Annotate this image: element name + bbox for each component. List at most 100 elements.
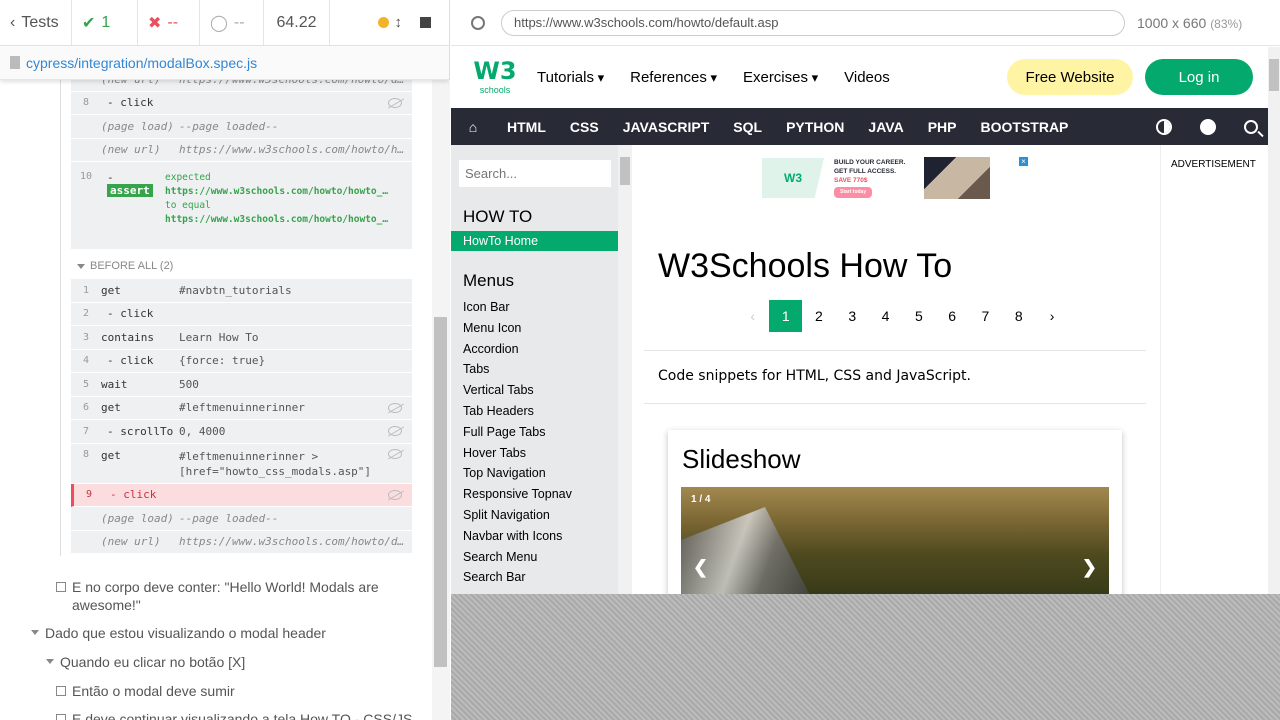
assert-message: expected https://www.w3schools.com/howto… [165,171,388,227]
selector-playground-icon[interactable] [471,15,485,30]
ad-cta[interactable]: Start today [834,187,873,198]
page-link[interactable]: 6 [935,300,968,332]
command-row[interactable]: 8 - click [71,92,412,115]
menu-item[interactable]: Menu Icon [463,318,572,339]
test-and[interactable]: E deve continuar visualizando a tela How… [56,710,412,720]
menu-scrollbar[interactable] [618,145,632,594]
menu-item[interactable]: Full Page Tabs [463,422,572,443]
menu-item[interactable]: Tab Headers [463,401,572,422]
login-button[interactable]: Log in [1145,59,1253,95]
menu-item[interactable]: Tabs [463,359,572,380]
viewport-info[interactable]: 1000 x 660 (83%) [1137,15,1242,31]
menu-item[interactable]: Icon Bar [463,297,572,318]
command-row[interactable]: (new url)https://www.w3schools.com/howto… [71,80,412,92]
suite-given[interactable]: Dado que estou visualizando o modal head… [31,624,326,642]
command-row[interactable]: 4 - click {force: true} [71,350,412,373]
command-log-scrollbar[interactable] [432,80,450,720]
command-row[interactable]: 6 get #leftmenuinnerinner [71,397,412,420]
home-icon[interactable]: ⌂ [451,119,495,135]
nav-videos[interactable]: Videos [844,69,890,86]
ad-banner[interactable]: W3 BUILD YOUR CAREER. GET FULL ACCESS. S… [762,157,1028,199]
tests-back-button[interactable]: ‹ Tests [0,0,72,46]
test-then[interactable]: Então o modal deve sumir [56,682,235,700]
aut-url: https://www.w3schools.com/howto/default.… [514,15,779,30]
command-row[interactable]: 2 - click [71,303,412,326]
left-menu: HOW TO HowTo Home Menus Icon BarMenu Ico… [451,145,632,594]
command-row[interactable]: 5 wait 500 [71,373,412,397]
assert-command[interactable]: 10 - assert expected https://www.w3schoo… [71,165,412,249]
command-number: 8 [82,97,90,109]
passed-count: ✔ 1 [72,0,138,46]
menu-search-input[interactable] [459,160,611,187]
search-icon[interactable] [1244,119,1258,134]
nav-javascript[interactable]: JAVASCRIPT [611,119,722,135]
nav-exercises[interactable]: Exercises [743,69,818,86]
globe-icon[interactable] [1200,118,1216,135]
menu-item[interactable]: Top Navigation [463,463,572,484]
dark-mode-icon[interactable] [1156,118,1172,135]
slide-next-icon[interactable]: ❯ [1082,557,1097,578]
menu-item[interactable]: Vertical Tabs [463,380,572,401]
scrollbar-thumb[interactable] [1269,59,1279,91]
page-link[interactable]: 8 [1002,300,1035,332]
advertisement-label: ADVERTISEMENT [1171,159,1256,170]
menu-item-howto-home[interactable]: HowTo Home [451,231,618,251]
menu-item[interactable]: Accordion [463,339,572,360]
menu-item[interactable]: Navbar with Icons [463,526,572,547]
nav-html[interactable]: HTML [495,119,558,135]
nav-tutorials[interactable]: Tutorials [537,69,604,86]
aut-url-bar[interactable]: https://www.w3schools.com/howto/default.… [501,9,1125,36]
nav-python[interactable]: PYTHON [774,119,856,135]
pager-prev-icon[interactable]: ‹ [736,300,769,332]
scrollbar-thumb[interactable] [620,157,630,185]
page-title: W3Schools How To [658,247,953,285]
menu-item[interactable]: Search Menu [463,547,572,568]
free-website-button[interactable]: Free Website [1007,59,1133,95]
menu-item[interactable]: Responsive Topnav [463,484,572,505]
auto-scroll-indicator-icon[interactable] [377,17,389,28]
command-row[interactable]: 7 - scrollTo 0, 4000 [71,420,412,444]
nav-css[interactable]: CSS [558,119,611,135]
command-row[interactable]: 9 - click [71,483,412,507]
card-title: Slideshow [682,444,801,474]
page-link[interactable]: 2 [802,300,835,332]
hidden-eye-icon [388,402,402,413]
slide-prev-icon[interactable]: ❮ [693,557,708,578]
page-link[interactable]: 7 [969,300,1002,332]
suite-when[interactable]: Quando eu clicar no botão [X] [46,653,245,671]
w3schools-logo[interactable]: W3 schools [473,57,517,97]
page-scrollbar[interactable] [1268,47,1280,594]
nav-php[interactable]: PHP [916,119,969,135]
menu-item[interactable]: Split Navigation [463,505,572,526]
before-all-hook[interactable]: BEFORE ALL (2) [77,260,173,272]
command-row[interactable]: (new url)https://www.w3schools.com/howto… [71,531,412,554]
scrollbar-thumb[interactable] [434,317,447,667]
page-link[interactable]: 4 [869,300,902,332]
failed-count: ✖ -- [138,0,200,46]
nav-java[interactable]: JAVA [856,119,915,135]
page-link[interactable]: 1 [769,300,803,332]
test-title: E deve continuar visualizando a tela How… [72,711,413,720]
stop-icon[interactable] [420,17,431,28]
nav-references[interactable]: References [630,69,717,86]
command-row[interactable]: (new url)https://www.w3schools.com/howto… [71,139,412,162]
command-row[interactable]: 1 get #navbtn_tutorials [71,279,412,303]
page-link[interactable]: 5 [902,300,935,332]
spec-path-link[interactable]: cypress/integration/modalBox.spec.js [26,55,257,71]
ad-close-icon[interactable]: × [1019,157,1028,166]
command-row[interactable]: (page load) --page loaded-- [71,507,412,531]
command-row[interactable]: 8 get #leftmenuinnerinner > [href="howto_cs… [71,444,412,484]
nav-sql[interactable]: SQL [721,119,774,135]
command-row[interactable]: (page load) --page loaded-- [71,115,412,139]
command-name: get [101,401,121,415]
page-link[interactable]: 3 [836,300,869,332]
test-body-item[interactable]: E no corpo deve conter: "Hello World! Mo… [56,578,386,614]
updown-arrow-icon[interactable]: ↕ [395,14,403,31]
menu-item[interactable]: Search Bar [463,567,572,588]
command-row[interactable]: 3 contains Learn How To [71,326,412,350]
pager-next-icon[interactable]: › [1035,300,1068,332]
nav-bootstrap[interactable]: BOOTSTRAP [969,119,1081,135]
command-number: 5 [82,378,90,390]
menu-item[interactable]: Hover Tabs [463,443,572,464]
command-message: Learn How To [179,330,259,344]
